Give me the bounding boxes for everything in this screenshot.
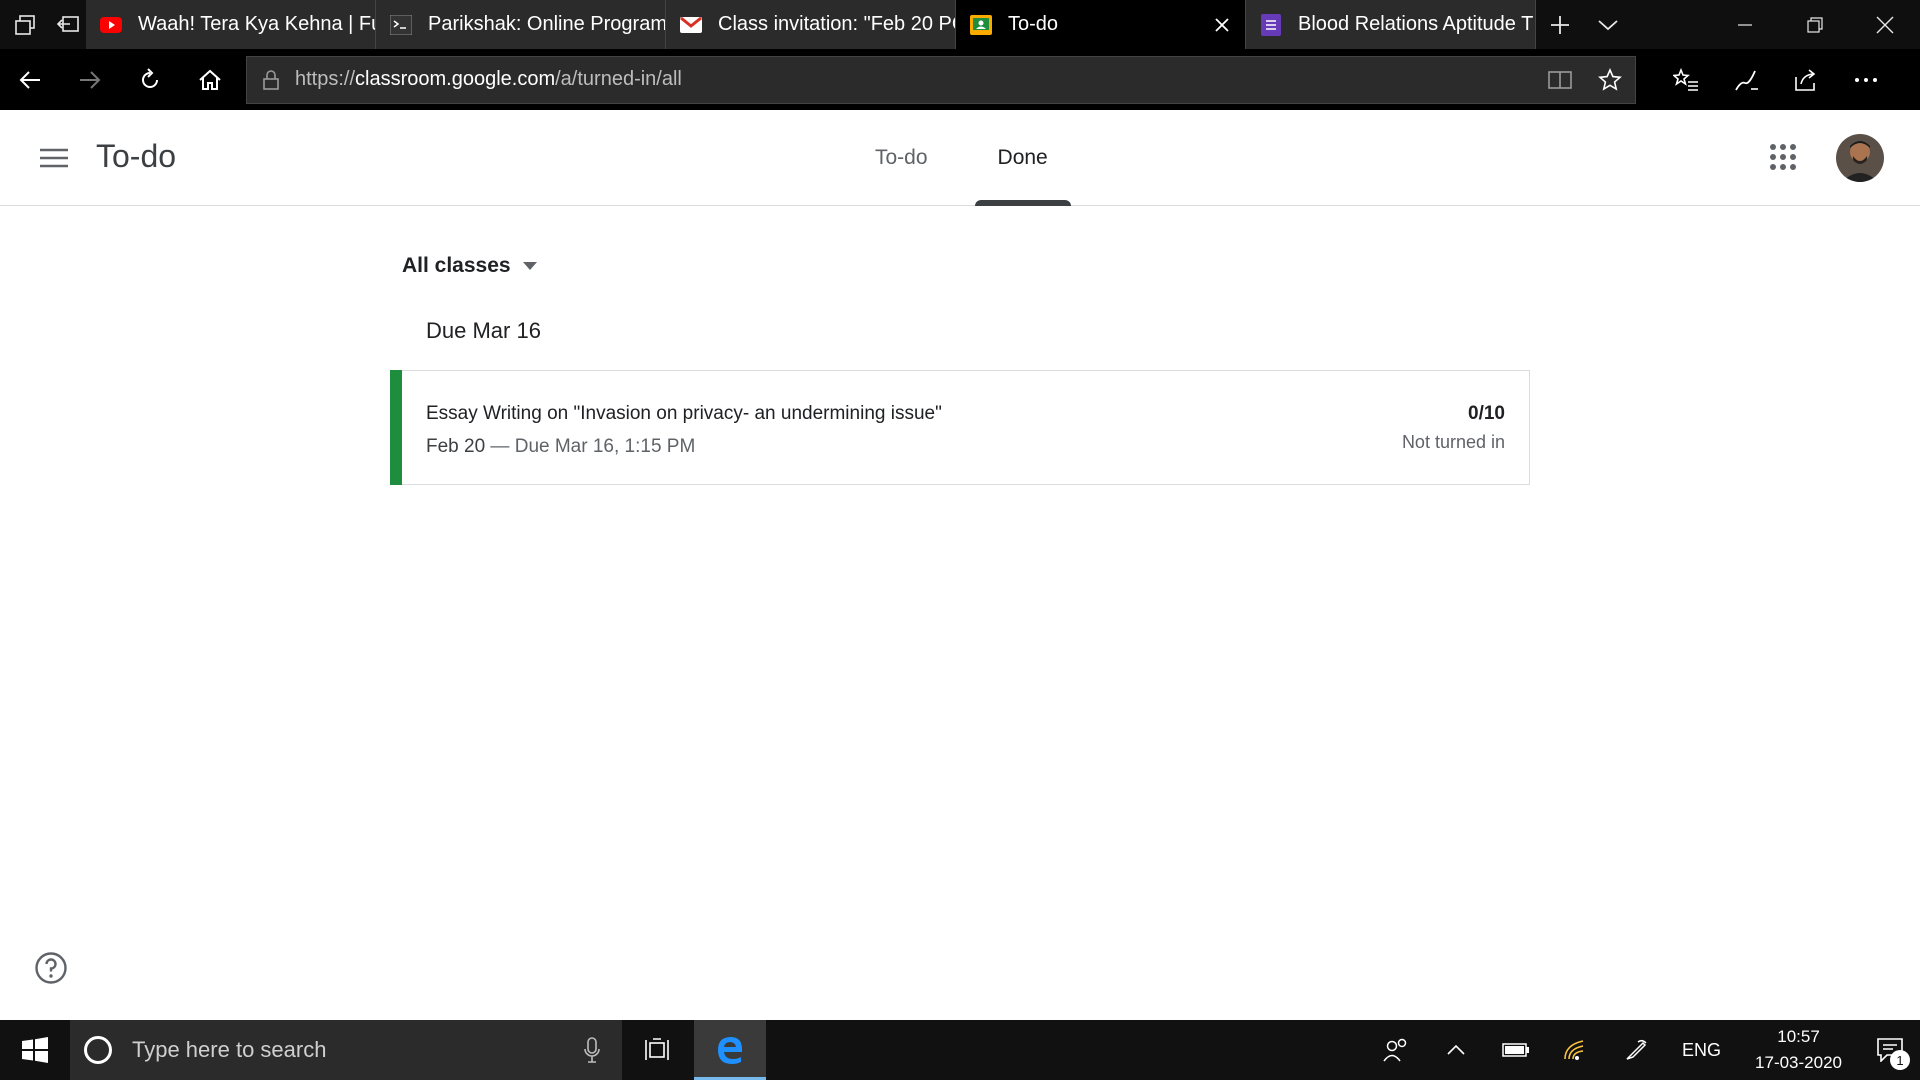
- edge-taskbar-icon[interactable]: [694, 1020, 766, 1080]
- tab-title: Blood Relations Aptitude T: [1298, 13, 1534, 35]
- browser-tab-active[interactable]: To-do: [956, 0, 1246, 49]
- close-tab-icon[interactable]: [1199, 17, 1245, 33]
- favorites-hub-icon[interactable]: [1656, 49, 1716, 110]
- notification-count-badge: 1: [1890, 1050, 1910, 1070]
- due-date-heading: Due Mar 16: [426, 318, 541, 343]
- main-menu-icon[interactable]: [34, 140, 74, 176]
- favorite-star-icon[interactable]: [1585, 67, 1635, 92]
- browser-toolbar: https://classroom.google.com/a/turned-in…: [0, 49, 1920, 110]
- pen-notes-icon[interactable]: [1716, 49, 1776, 110]
- reading-view-icon[interactable]: [1535, 70, 1585, 90]
- cortana-icon: [84, 1036, 112, 1064]
- tab-title: Parikshak: Online Program: [428, 13, 665, 35]
- tab-set-aside-icon[interactable]: [0, 0, 50, 49]
- tab-title: Class invitation: "Feb 20 PC: [718, 13, 955, 35]
- page-title: To-do: [96, 138, 177, 174]
- class-color-accent: [390, 370, 402, 485]
- assignment-dates: Feb 20 — Due Mar 16, 1:15 PM: [426, 436, 695, 458]
- clock-time: 10:57: [1777, 1027, 1820, 1046]
- google-apps-icon[interactable]: [1770, 144, 1800, 174]
- terminal-icon: [390, 14, 412, 36]
- due-date: Due Mar 16, 1:15 PM: [514, 436, 696, 457]
- more-options-icon[interactable]: [1836, 49, 1896, 110]
- assignment-grade: 0/10: [1468, 403, 1505, 424]
- windows-start-icon[interactable]: [0, 1020, 70, 1080]
- refresh-icon[interactable]: [120, 49, 180, 110]
- forward-arrow-icon[interactable]: [60, 49, 120, 110]
- posted-date: Feb 20: [426, 436, 486, 457]
- system-tray: ENG 10:57 17-03-2020 1: [1366, 1020, 1920, 1080]
- forms-icon: [1260, 13, 1282, 36]
- tab-title: Waah! Tera Kya Kehna | Fu: [138, 13, 375, 35]
- people-icon[interactable]: [1366, 1020, 1426, 1080]
- youtube-icon: [100, 14, 122, 36]
- close-window-icon[interactable]: [1850, 0, 1920, 49]
- home-icon[interactable]: [180, 49, 240, 110]
- dropdown-arrow-icon: [522, 262, 537, 270]
- url-host: classroom.google.com: [355, 68, 556, 90]
- browser-tab[interactable]: Class invitation: "Feb 20 PC: [666, 0, 956, 49]
- url-path: /a/turned-in/all: [555, 68, 682, 90]
- lock-icon[interactable]: [247, 69, 295, 90]
- search-placeholder: Type here to search: [132, 1037, 327, 1062]
- chevron-up-icon[interactable]: [1426, 1020, 1486, 1080]
- tab-todo[interactable]: To-do: [840, 110, 963, 206]
- chevron-down-icon[interactable]: [1584, 0, 1632, 49]
- minimize-icon[interactable]: [1710, 0, 1780, 49]
- todo-tabs: To-do Done: [840, 110, 1083, 206]
- windows-taskbar: Type here to search ENG 10:57 17-03-2020: [0, 1020, 1920, 1080]
- browser-tab-strip: Waah! Tera Kya Kehna | Fu Parikshak: Onl…: [0, 0, 1920, 49]
- class-filter-dropdown[interactable]: All classes: [402, 254, 537, 278]
- microphone-icon[interactable]: [562, 1037, 622, 1063]
- task-view-icon[interactable]: [622, 1020, 694, 1080]
- classroom-icon: [970, 14, 992, 36]
- new-tab-icon[interactable]: [1536, 0, 1584, 49]
- assignment-title[interactable]: Essay Writing on "Invasion on privacy- a…: [426, 403, 942, 425]
- input-language[interactable]: ENG: [1666, 1040, 1737, 1061]
- browser-tab[interactable]: Blood Relations Aptitude T: [1246, 0, 1536, 49]
- share-icon[interactable]: [1776, 49, 1836, 110]
- assignment-status: Not turned in: [1401, 432, 1505, 452]
- browser-tab[interactable]: Waah! Tera Kya Kehna | Fu: [86, 0, 376, 49]
- pen-workspace-icon[interactable]: [1606, 1020, 1666, 1080]
- action-center-icon[interactable]: 1: [1860, 1020, 1920, 1080]
- taskbar-search[interactable]: Type here to search: [70, 1020, 622, 1080]
- date-separator: —: [485, 436, 515, 457]
- wifi-icon[interactable]: [1546, 1020, 1606, 1080]
- battery-icon[interactable]: [1486, 1020, 1546, 1080]
- url-scheme: https://: [295, 68, 356, 90]
- restore-tabs-icon[interactable]: [50, 0, 86, 49]
- assignment-card[interactable]: Essay Writing on "Invasion on privacy- a…: [390, 370, 1530, 485]
- classroom-header: To-do To-do Done: [0, 110, 1920, 206]
- url-text[interactable]: https://classroom.google.com/a/turned-in…: [295, 68, 1535, 91]
- address-bar[interactable]: https://classroom.google.com/a/turned-in…: [246, 55, 1636, 104]
- help-icon[interactable]: [34, 951, 68, 985]
- avatar[interactable]: [1836, 134, 1884, 182]
- back-arrow-icon[interactable]: [0, 49, 60, 110]
- gmail-icon: [680, 14, 702, 36]
- class-filter-label: All classes: [402, 254, 511, 277]
- browser-tab[interactable]: Parikshak: Online Program: [376, 0, 666, 49]
- window-controls: [1710, 0, 1920, 49]
- clock-date: 17-03-2020: [1755, 1053, 1842, 1072]
- taskbar-clock[interactable]: 10:57 17-03-2020: [1737, 1024, 1860, 1076]
- tab-title: To-do: [1008, 13, 1059, 35]
- tab-done[interactable]: Done: [963, 110, 1083, 206]
- restore-window-icon[interactable]: [1780, 0, 1850, 49]
